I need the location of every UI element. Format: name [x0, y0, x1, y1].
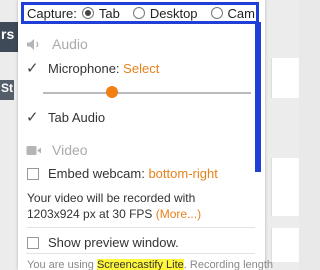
capture-option-cam[interactable]: Cam [210, 5, 255, 21]
video-section-title: Video [52, 142, 88, 158]
microphone-label: Microphone: [48, 61, 120, 76]
radio-tab[interactable] [81, 7, 94, 19]
capture-selector: Capture: Tab Desktop Cam [21, 2, 259, 24]
preview-window-checkbox[interactable] [27, 236, 39, 249]
recording-resolution: 1203x924 px at 30 FPS [27, 207, 153, 221]
tab-audio-checkbox[interactable] [26, 108, 39, 126]
video-camera-icon [26, 143, 44, 157]
embed-webcam-label: Embed webcam: [48, 166, 145, 181]
audio-section-header: Audio [26, 36, 88, 52]
screencastify-popup: Capture: Tab Desktop Cam Audio Microphon… [18, 0, 273, 270]
microphone-select-link[interactable]: Select [123, 61, 159, 76]
background-card [271, 58, 299, 98]
tab-audio-label: Tab Audio [48, 110, 106, 125]
product-name-highlight: Screencastify Lite [96, 259, 184, 270]
background-text-fragment: St [1, 81, 13, 95]
video-section-header: Video [26, 142, 88, 158]
radio-cam[interactable] [210, 7, 223, 19]
recording-info-line2: 1203x924 px at 30 FPS (More...) [27, 206, 201, 222]
capture-option-tab[interactable]: Tab [81, 5, 120, 21]
slider-thumb[interactable] [105, 86, 118, 98]
capture-option-desktop[interactable]: Desktop [132, 5, 198, 21]
preview-window-row[interactable]: Show preview window. [27, 235, 179, 250]
more-link[interactable]: (More...) [156, 207, 201, 221]
footer-suffix: . Recording length [183, 259, 274, 270]
background-text-fragment: rs [1, 26, 15, 42]
footer-prefix: You are using [27, 259, 94, 270]
capture-option-cam-label: Cam [227, 5, 255, 21]
background-card [271, 228, 299, 262]
capture-label: Capture: [27, 5, 77, 21]
embed-webcam-row[interactable]: Embed webcam: bottom-right [27, 166, 218, 181]
capture-option-tab-label: Tab [98, 5, 120, 21]
speaker-icon [26, 37, 44, 51]
tab-audio-row[interactable]: Tab Audio [26, 108, 106, 126]
microphone-checkbox[interactable] [26, 59, 39, 77]
recording-info: Your video will be recorded with 1203x92… [27, 190, 201, 222]
microphone-volume-slider[interactable] [43, 86, 251, 98]
radio-desktop[interactable] [132, 7, 145, 19]
divider [26, 253, 255, 254]
recording-info-line1: Your video will be recorded with [27, 191, 196, 205]
microphone-row[interactable]: Microphone: Select [26, 59, 159, 77]
audio-section-title: Audio [52, 36, 88, 52]
embed-webcam-position-link[interactable]: bottom-right [148, 166, 217, 181]
slider-track[interactable] [43, 92, 251, 94]
background-card [271, 158, 299, 216]
preview-window-label: Show preview window. [48, 235, 179, 250]
capture-option-desktop-label: Desktop [149, 5, 198, 21]
highlight-annotation-bar [255, 22, 261, 172]
divider [26, 227, 255, 228]
embed-webcam-checkbox[interactable] [27, 167, 39, 180]
footer-notice: You are using Screencastify Lite. Record… [27, 259, 273, 270]
